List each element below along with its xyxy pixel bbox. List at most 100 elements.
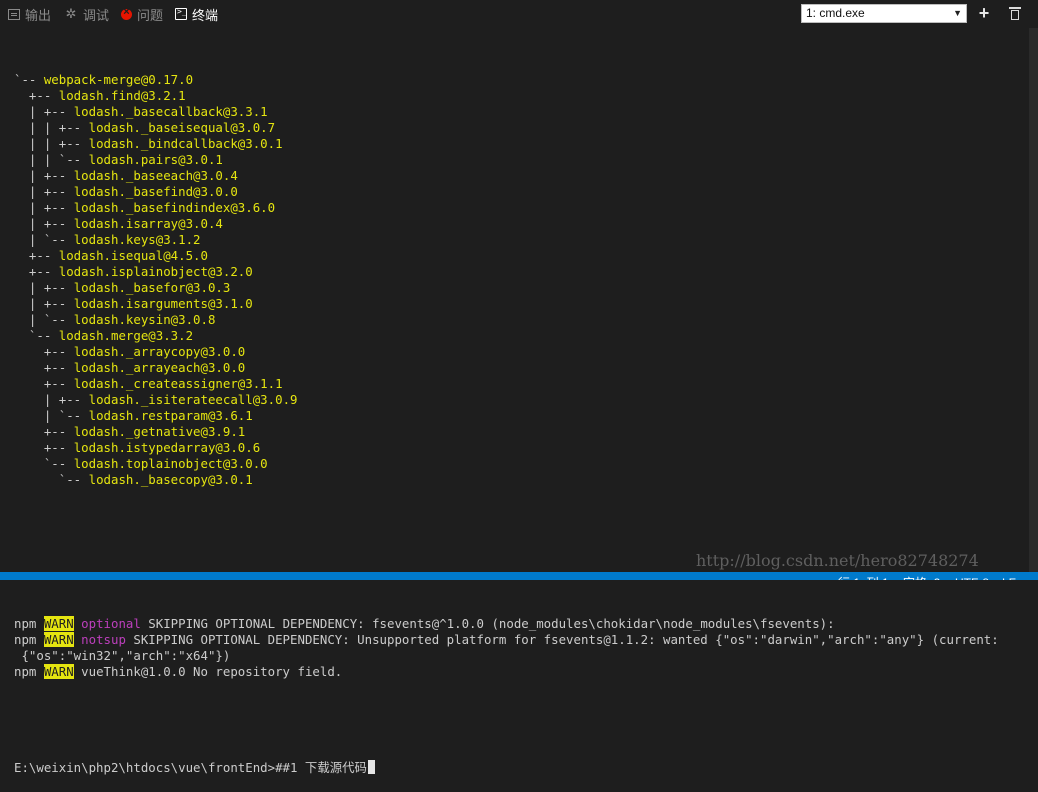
tree-line: | `-- lodash.restparam@3.6.1: [14, 408, 1029, 424]
npm-warning-line: {"os":"win32","arch":"x64"}): [14, 648, 1029, 664]
tree-line: +-- lodash._getnative@3.9.1: [14, 424, 1029, 440]
tree-branch: `--: [14, 72, 44, 87]
terminal-scrollbar[interactable]: [1029, 28, 1038, 572]
prompt-path: E:\weixin\php2\htdocs\vue\frontEnd>: [14, 760, 276, 775]
tree-branch: +--: [14, 264, 59, 279]
tree-line: +-- lodash.istypedarray@3.0.6: [14, 440, 1029, 456]
package-name: lodash.isarray@3.0.4: [73, 216, 223, 231]
npm-warning-line: npm WARN vueThink@1.0.0 No repository fi…: [14, 664, 1029, 680]
tree-branch: | | `--: [14, 152, 89, 167]
tree-branch: | +--: [14, 392, 89, 407]
package-name: webpack-merge@0.17.0: [43, 72, 194, 87]
package-name: lodash.toplainobject@3.0.0: [73, 456, 268, 471]
package-name: lodash.istypedarray@3.0.6: [73, 440, 261, 455]
tree-branch: | `--: [14, 312, 74, 327]
warning-kind: optional: [73, 616, 141, 631]
npm-warning-line: npm WARN notsup SKIPPING OPTIONAL DEPEND…: [14, 632, 1029, 648]
terminal-output[interactable]: `-- webpack-merge@0.17.0 +-- lodash.find…: [14, 40, 1029, 775]
package-name: lodash.isarguments@3.1.0: [73, 296, 253, 311]
tree-line: `-- webpack-merge@0.17.0: [14, 72, 1029, 88]
kill-terminal-button[interactable]: [1006, 5, 1024, 23]
package-name: lodash._baseeach@3.0.4: [73, 168, 238, 183]
tree-branch: +--: [14, 344, 74, 359]
tree-branch: +--: [14, 440, 74, 455]
tree-branch: | +--: [14, 200, 74, 215]
tree-branch: +--: [14, 360, 74, 375]
package-name: lodash._baseisequal@3.0.7: [88, 120, 276, 135]
tab-debug[interactable]: ✲ 调试: [64, 6, 110, 23]
tree-branch: `--: [14, 456, 74, 471]
warn-badge: WARN: [43, 632, 74, 647]
tree-line: +-- lodash._createassigner@3.1.1: [14, 376, 1029, 392]
terminal-instance-select[interactable]: 1: cmd.exe ▼: [801, 4, 967, 23]
status-eol[interactable]: LF: [1002, 572, 1016, 580]
npm-prefix: npm: [14, 664, 44, 679]
tree-line: | +-- lodash._baseeach@3.0.4: [14, 168, 1029, 184]
tab-output[interactable]: 输出: [8, 6, 52, 23]
tree-line: | +-- lodash._basefor@3.0.3: [14, 280, 1029, 296]
tree-line: | +-- lodash.isarray@3.0.4: [14, 216, 1029, 232]
tree-line: | | +-- lodash._baseisequal@3.0.7: [14, 120, 1029, 136]
package-name: lodash.merge@3.3.2: [58, 328, 194, 343]
tree-branch: | | +--: [14, 136, 89, 151]
package-name: lodash.pairs@3.0.1: [88, 152, 223, 167]
package-name: lodash._basecopy@3.0.1: [88, 472, 253, 487]
tree-line: | `-- lodash.keys@3.1.2: [14, 232, 1029, 248]
tab-terminal[interactable]: 终端: [175, 6, 218, 23]
tree-branch: | +--: [14, 184, 74, 199]
tree-branch: | +--: [14, 104, 74, 119]
package-name: lodash._basefind@3.0.0: [73, 184, 238, 199]
tree-line: +-- lodash.isequal@4.5.0: [14, 248, 1029, 264]
debug-icon: ✲: [65, 6, 77, 21]
output-icon: [8, 8, 20, 20]
tree-branch: +--: [14, 88, 59, 103]
tab-problems-label: 问题: [137, 7, 164, 23]
tab-problems[interactable]: 问题: [121, 6, 164, 23]
terminal-select-value: 1: cmd.exe: [806, 6, 865, 20]
tree-line: `-- lodash.merge@3.3.2: [14, 328, 1029, 344]
npm-prefix: npm: [14, 632, 44, 647]
package-name: lodash.keysin@3.0.8: [73, 312, 216, 327]
package-name: lodash._createassigner@3.1.1: [73, 376, 283, 391]
tree-line: | | `-- lodash.pairs@3.0.1: [14, 152, 1029, 168]
tree-branch: | +--: [14, 296, 74, 311]
tree-branch: | +--: [14, 168, 74, 183]
warning-text: {"os":"win32","arch":"x64"}): [14, 648, 231, 663]
tree-branch: +--: [14, 424, 74, 439]
tree-branch: | +--: [14, 216, 74, 231]
tree-line: `-- lodash.toplainobject@3.0.0: [14, 456, 1029, 472]
prompt-line[interactable]: E:\weixin\php2\htdocs\vue\frontEnd>##1 下…: [14, 760, 1029, 776]
package-name: lodash.restparam@3.6.1: [88, 408, 253, 423]
tree-branch: +--: [14, 376, 74, 391]
tree-branch: | `--: [14, 408, 89, 423]
status-indentation[interactable]: 空格: 2: [903, 572, 940, 580]
tab-output-label: 输出: [25, 7, 52, 23]
tree-branch: +--: [14, 248, 59, 263]
package-name: lodash.isequal@4.5.0: [58, 248, 208, 263]
npm-prefix: npm: [14, 616, 44, 631]
warn-badge: WARN: [43, 616, 74, 631]
tree-line: +-- lodash.find@3.2.1: [14, 88, 1029, 104]
problems-icon: [121, 6, 132, 20]
status-cursor-position[interactable]: 行 1, 列 1: [838, 572, 889, 580]
new-terminal-button[interactable]: +: [975, 4, 993, 23]
package-name: lodash._basefor@3.0.3: [73, 280, 231, 295]
warn-badge: WARN: [43, 664, 74, 679]
package-name: lodash.keys@3.1.2: [73, 232, 201, 247]
warning-kind: notsup: [73, 632, 126, 647]
tree-line: +-- lodash._arraycopy@3.0.0: [14, 344, 1029, 360]
package-name: lodash._arraycopy@3.0.0: [73, 344, 246, 359]
npm-warning-line: npm WARN optional SKIPPING OPTIONAL DEPE…: [14, 616, 1029, 632]
tree-line: | | +-- lodash._bindcallback@3.0.1: [14, 136, 1029, 152]
package-name: lodash._basefindindex@3.6.0: [73, 200, 276, 215]
watermark: http://blog.csdn.net/hero82748274: [696, 551, 979, 570]
status-encoding[interactable]: UTF-8: [955, 572, 989, 580]
tab-debug-label: 调试: [83, 7, 110, 23]
warning-text: SKIPPING OPTIONAL DEPENDENCY: Unsupporte…: [125, 632, 999, 647]
warning-text: vueThink@1.0.0 No repository field.: [73, 664, 343, 679]
terminal-icon: [175, 7, 187, 20]
package-name: lodash.find@3.2.1: [58, 88, 186, 103]
scrollbar-thumb[interactable]: [1029, 28, 1038, 572]
package-name: lodash._arrayeach@3.0.0: [73, 360, 246, 375]
